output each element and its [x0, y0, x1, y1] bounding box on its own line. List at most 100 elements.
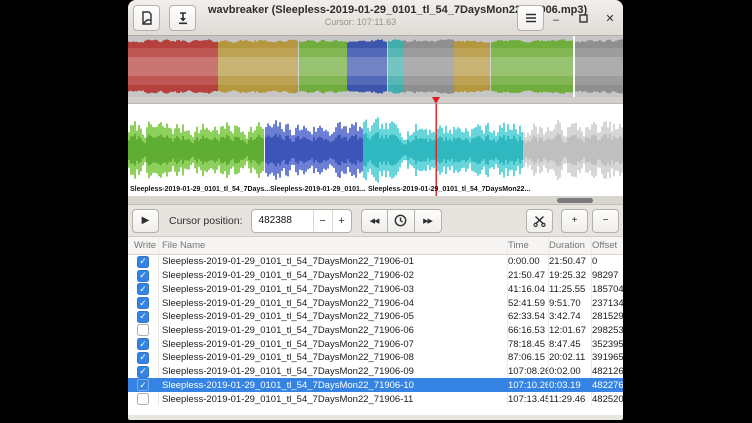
file-name-cell: Sleepless-2019-01-29_0101_tl_54_7DaysMon…: [158, 255, 507, 269]
horizontal-scrollbar[interactable]: [557, 198, 593, 203]
write-checkbox[interactable]: ✓: [137, 270, 149, 282]
write-checkbox[interactable]: ✓: [137, 283, 149, 295]
open-file-button[interactable]: [133, 5, 160, 31]
plus-icon: +: [338, 215, 344, 227]
write-cell: ✓: [128, 269, 158, 283]
file-name-cell: Sleepless-2019-01-29_0101_tl_54_7DaysMon…: [158, 378, 507, 392]
column-header-offset[interactable]: Offset: [591, 237, 623, 254]
table-row[interactable]: ✓Sleepless-2019-01-29_0101_tl_54_7DaysMo…: [128, 365, 623, 379]
titlebar[interactable]: wavbreaker (Sleepless-2019-01-29_0101_tl…: [128, 0, 623, 36]
write-cell: ✓: [128, 337, 158, 351]
cursor-position-label: Cursor position:: [169, 215, 243, 227]
jump-to-time-button[interactable]: [388, 209, 415, 233]
cursor-position-increment-button[interactable]: +: [332, 210, 351, 232]
write-checkbox[interactable]: ✓: [137, 352, 149, 364]
table-row[interactable]: ✓ Sleepless-2019-01-29_0101_tl_54_7DaysMo…: [128, 378, 623, 392]
play-button[interactable]: ▶: [132, 209, 159, 233]
minimize-icon: –: [553, 14, 559, 26]
track-list-header[interactable]: Write File Name Time Duration Offset: [128, 237, 623, 255]
screen: { "titlebar": { "title": "wavbreaker (Sl…: [0, 0, 752, 423]
time-cell: 62:33.54: [507, 310, 548, 324]
duration-cell: 21:50.47: [548, 255, 591, 269]
table-row[interactable]: ✓Sleepless-2019-01-29_0101_tl_54_7DaysMo…: [128, 351, 623, 365]
offset-cell: 281529: [591, 310, 623, 324]
open-document-icon: [140, 11, 154, 25]
minimize-button[interactable]: –: [545, 10, 567, 30]
track-list: Write File Name Time Duration Offset ✓ Sl…: [128, 237, 623, 415]
offset-cell: 352395: [591, 337, 623, 351]
table-row[interactable]: ✓Sleepless-2019-01-29_0101_tl_54_7DaysMo…: [128, 269, 623, 283]
write-checkbox[interactable]: [137, 324, 149, 336]
duration-cell: 0:02.00: [548, 365, 591, 379]
table-row[interactable]: Sleepless-2019-01-29_0101_tl_54_7DaysMon…: [128, 392, 623, 406]
file-name-cell: Sleepless-2019-01-29_0101_tl_54_7DaysMon…: [158, 282, 507, 296]
cursor-position-spinbutton: 482388 − +: [251, 209, 352, 233]
write-cell: [128, 324, 158, 338]
close-button[interactable]: ✕: [599, 8, 621, 28]
cursor-position-decrement-button[interactable]: −: [313, 210, 332, 232]
waveform-detail[interactable]: [128, 104, 623, 196]
table-row[interactable]: ✓Sleepless-2019-01-29_0101_tl_54_7DaysMo…: [128, 296, 623, 310]
zoom-out-button[interactable]: −: [592, 209, 619, 233]
duration-cell: 3:42.74: [548, 310, 591, 324]
table-row[interactable]: Sleepless-2019-01-29_0101_tl_54_7DaysMon…: [128, 324, 623, 338]
maximize-button[interactable]: [572, 8, 594, 28]
time-cell: 66:16.53: [507, 324, 548, 338]
cursor-marker-strip[interactable]: [128, 97, 623, 104]
menu-button[interactable]: [517, 5, 544, 31]
window-subtitle-cursor: Cursor: 107:11.63: [208, 17, 513, 27]
duration-cell: 11:25.55: [548, 282, 591, 296]
file-name-cell: Sleepless-2019-01-29_0101_tl_54_7DaysMon…: [158, 324, 507, 338]
file-name-cell: Sleepless-2019-01-29_0101_tl_54_7DaysMon…: [158, 310, 507, 324]
play-icon: ▶: [142, 215, 150, 226]
table-row[interactable]: ✓ Sleepless-2019-01-29_0101_tl_54_7DaysMo…: [128, 255, 623, 269]
duration-cell: 11:29.46: [548, 392, 591, 406]
write-checkbox[interactable]: [137, 393, 149, 405]
duration-cell: 20:02.11: [548, 351, 591, 365]
close-icon: ✕: [605, 12, 614, 25]
file-name-cell: Sleepless-2019-01-29_0101_tl_54_7DaysMon…: [158, 392, 507, 406]
track-segment-label: Sleepless-2019-01-29_0101_tl_54_7Days...: [130, 186, 270, 193]
column-header-duration[interactable]: Duration: [548, 237, 591, 254]
maximize-icon: [579, 14, 588, 23]
offset-cell: 298253: [591, 324, 623, 338]
cursor-position-input[interactable]: 482388: [252, 210, 313, 232]
cursor-marker-icon[interactable]: [432, 97, 440, 104]
save-file-button[interactable]: [169, 5, 196, 31]
table-row[interactable]: ✓ Sleepless-2019-01-29_0101_tl_54_7DaysMo…: [128, 282, 623, 296]
write-cell: ✓: [128, 378, 158, 392]
track-segment-label: Sleepless-2019-01-29_0101...: [270, 186, 366, 193]
add-break-button[interactable]: [526, 209, 553, 233]
save-download-icon: [176, 11, 190, 25]
offset-cell: 391965: [591, 351, 623, 365]
file-name-cell: Sleepless-2019-01-29_0101_tl_54_7DaysMon…: [158, 337, 507, 351]
waveform-detail-area[interactable]: Sleepless-2019-01-29_0101_tl_54_7Days...…: [128, 104, 623, 196]
write-checkbox[interactable]: ✓: [137, 297, 149, 309]
seek-backward-button[interactable]: ◀◀: [361, 209, 388, 233]
write-checkbox[interactable]: ✓: [137, 379, 149, 391]
offset-cell: 482276: [591, 378, 623, 392]
minus-icon: −: [319, 215, 325, 227]
time-cell: 21:50.47: [507, 269, 548, 283]
waveform-overview[interactable]: [128, 36, 623, 97]
scissors-cut-icon: [533, 214, 546, 227]
table-row[interactable]: ✓ Sleepless-2019-01-29_0101_tl_54_7DaysMo…: [128, 337, 623, 351]
column-header-time[interactable]: Time: [507, 237, 548, 254]
table-row[interactable]: ✓ Sleepless-2019-01-29_0101_tl_54_7DaysMo…: [128, 310, 623, 324]
seek-forward-button[interactable]: ▶▶: [415, 209, 442, 233]
write-cell: ✓: [128, 255, 158, 269]
offset-cell: 482520: [591, 392, 623, 406]
time-cell: 87:06.15: [507, 351, 548, 365]
duration-cell: 19:25.32: [548, 269, 591, 283]
zoom-in-icon: +: [572, 215, 578, 226]
write-checkbox[interactable]: ✓: [137, 256, 149, 268]
track-list-rows: ✓ Sleepless-2019-01-29_0101_tl_54_7DaysMo…: [128, 255, 623, 406]
column-header-write[interactable]: Write: [128, 237, 158, 254]
write-checkbox[interactable]: ✓: [137, 366, 149, 378]
zoom-in-button[interactable]: +: [561, 209, 588, 233]
write-checkbox[interactable]: ✓: [137, 311, 149, 323]
column-header-file-name[interactable]: File Name: [158, 237, 507, 254]
offset-cell: 482126: [591, 365, 623, 379]
offset-cell: 237134: [591, 296, 623, 310]
write-checkbox[interactable]: ✓: [137, 338, 149, 350]
